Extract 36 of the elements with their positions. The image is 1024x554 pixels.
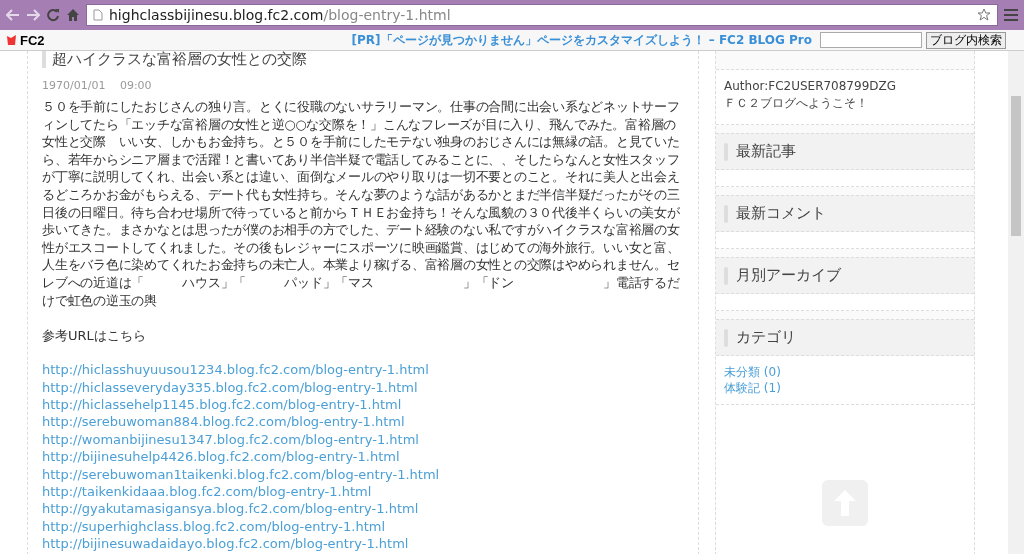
- reference-link[interactable]: http://superhighclass.blog.fc2.com/blog-entry-1.html: [42, 517, 684, 536]
- category-link[interactable]: 未分類 (0): [724, 364, 966, 380]
- reload-icon[interactable]: [46, 8, 60, 22]
- welcome-text: ＦＣ２ブログへようこそ！: [724, 95, 869, 112]
- reference-link[interactable]: http://bijinesuhelp4426.blog.fc2.com/blog-entry-1.html: [42, 448, 684, 466]
- search-button[interactable]: ブログ内検索: [926, 31, 1006, 49]
- search-field[interactable]: [820, 32, 922, 48]
- fc2-logo[interactable]: FC2: [6, 32, 45, 48]
- back-icon[interactable]: [6, 9, 20, 21]
- category-link[interactable]: 体験記 (1): [724, 380, 966, 396]
- reference-link[interactable]: http://serebuwoman1taikenki.blog.fc2.com/blog-entry-1.html: [42, 465, 684, 483]
- author-name: Author:FC2USER708799DZG: [724, 78, 898, 95]
- forward-icon[interactable]: [26, 9, 40, 21]
- section-heading: 最新記事: [716, 133, 974, 170]
- star-icon[interactable]: [977, 8, 991, 22]
- address-bar[interactable]: highclassbijinesu.blog.fc2.com/blog-entry-1.html: [86, 4, 998, 26]
- entry-body: ５０を手前にしたおじさんの独り言。とくに役職のないサラリーマン。仕事の合間に出会い系などネットサーフィンしてたら「エッチな富裕層の女性と逆○○な交際を！」こんなフレーズが目に入り、飛んでみた。富裕層の女性と交際 いい女、しかもお金持ち。と５０を手前にしたモテない独身のおじさんには無縁の話。と見ていたら、若年からシニア層まで活躍！と書いてあり半信半疑で電話してみることに、、そしたらなんと女性スタッフが丁寧に説明してくれ、出会い系とは違い、面倒なメールのやり取りは一切不要とのこと。それに美人と出会えるどころかお金がもらえる、デート代も女性持ち。そんな夢のような話があるかとまだ半信半疑だったがその三日後の日曜日。待ち合わせ場所で待っていると前からＴＨＥお金持ち！そんな風貌の３０代後半くらいの美女が歩いてきた。まさかなとは思ったが僕のお相手の方でした、デート経験のない私ですがハイクラスな富裕層の女性がエスコートしてくれました。その後もレジャーにスポーツに映画鑑賞、はじめての海外旅行。いい女と富、人生をバラ色に染めてくれたお金持ちの未亡人。本業より稼げる、富裕層の女性との交際はやめられません。セレブへの近道は「 ハウス」「 パッド」「マス 」「ドン 」電話するだけで虹色の逆玉の輿: [42, 98, 681, 310]
- reference-link[interactable]: http://gyakutamasigansya.blog.fc2.com/blog-entry-1.html: [42, 500, 684, 518]
- reference-link[interactable]: http://serebuwoman884.blog.fc2.com/blog-entry-1.html: [42, 413, 684, 431]
- reference-link[interactable]: http://hiclasseveryday335.blog.fc2.com/blog-entry-1.html: [42, 378, 684, 396]
- reference-link[interactable]: http://hiclasshuyuusou1234.blog.fc2.com/blog-entry-1.html: [42, 361, 684, 379]
- entry-title: 超ハイクラスな富裕層の女性との交際: [42, 51, 684, 68]
- scrollbar[interactable]: [1008, 51, 1024, 554]
- section-heading: 月別アーカイブ: [716, 257, 974, 294]
- reference-link[interactable]: http://hiclassehelp1145.blog.fc2.com/blog-entry-1.html: [42, 395, 684, 414]
- reference-label: 参考URLはこちら: [42, 327, 147, 346]
- page-icon: [93, 9, 103, 21]
- entry-date: 1970/01/01 09:00: [42, 78, 153, 93]
- section-heading: カテゴリ: [716, 319, 974, 356]
- section-heading: 最新コメント: [716, 195, 974, 232]
- promo-link[interactable]: [PR]「ページが見つかりません」ページをカスタマイズしよう！ – FC2 BLOG Pro: [351, 31, 812, 49]
- reference-link[interactable]: http://taikenkidaaa.blog.fc2.com/blog-entry-1.html: [42, 482, 684, 501]
- reference-link[interactable]: http://womanbijinesu1347.blog.fc2.com/blog-entry-1.html: [42, 430, 684, 449]
- home-icon[interactable]: [66, 8, 80, 22]
- reference-link[interactable]: http://bijinesuwadaidayo.blog.fc2.com/blog-entry-1.html: [42, 535, 684, 553]
- menu-icon[interactable]: [1004, 9, 1018, 21]
